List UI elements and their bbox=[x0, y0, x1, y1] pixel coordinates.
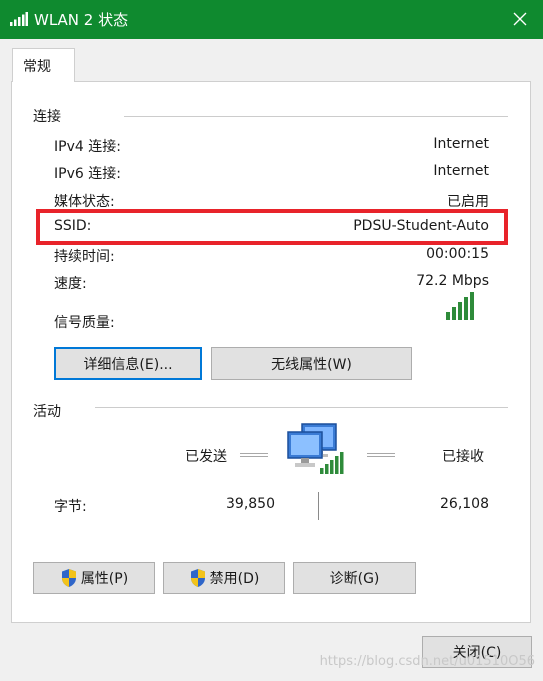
ipv4-value: Internet bbox=[433, 136, 489, 152]
bytes-divider bbox=[318, 492, 319, 520]
sent-label: 已发送 bbox=[185, 449, 227, 465]
media-state-value: 已启用 bbox=[447, 194, 489, 210]
activity-section-label: 活动 bbox=[33, 404, 61, 420]
bytes-received-value: 26,108 bbox=[440, 496, 489, 512]
ipv4-label: IPv4 连接: bbox=[54, 139, 121, 155]
wireless-properties-button[interactable]: 无线属性(W) bbox=[211, 347, 412, 380]
signal-quality-label: 信号质量: bbox=[54, 315, 115, 331]
close-icon[interactable] bbox=[497, 0, 543, 39]
diagnose-button[interactable]: 诊断(G) bbox=[293, 562, 416, 594]
connection-section-label: 连接 bbox=[33, 109, 61, 125]
ssid-highlight-box bbox=[36, 209, 508, 245]
network-computers-icon bbox=[287, 423, 344, 474]
tab-general[interactable]: 常规 bbox=[12, 48, 75, 82]
connection-divider bbox=[124, 116, 508, 117]
speed-label: 速度: bbox=[54, 276, 87, 292]
tab-general-label: 常规 bbox=[23, 59, 51, 75]
details-button[interactable]: 详细信息(E)... bbox=[54, 347, 202, 380]
properties-button[interactable]: 属性(P) bbox=[33, 562, 155, 594]
signal-bars-icon bbox=[446, 292, 474, 320]
duration-value: 00:00:15 bbox=[426, 246, 489, 262]
properties-button-label: 属性(P) bbox=[80, 571, 129, 587]
disable-button-label: 禁用(D) bbox=[209, 571, 260, 587]
activity-divider bbox=[95, 407, 508, 408]
speed-value: 72.2 Mbps bbox=[416, 273, 489, 289]
sent-connector-line bbox=[240, 453, 268, 457]
duration-label: 持续时间: bbox=[54, 249, 115, 265]
uac-shield-icon bbox=[190, 569, 205, 587]
wifi-signal-icon bbox=[10, 12, 28, 26]
received-connector-line bbox=[367, 453, 395, 457]
uac-shield-icon bbox=[61, 569, 76, 587]
media-state-label: 媒体状态: bbox=[54, 194, 115, 210]
disable-button[interactable]: 禁用(D) bbox=[163, 562, 285, 594]
ipv6-label: IPv6 连接: bbox=[54, 166, 121, 182]
window-title: WLAN 2 状态 bbox=[34, 11, 129, 29]
bytes-sent-value: 39,850 bbox=[226, 496, 275, 512]
watermark-text: https://blog.csdn.net/u01510O56 bbox=[319, 654, 535, 669]
title-bar: WLAN 2 状态 bbox=[0, 0, 543, 39]
received-label: 已接收 bbox=[442, 449, 484, 465]
bytes-label: 字节: bbox=[54, 499, 87, 515]
ipv6-value: Internet bbox=[433, 163, 489, 179]
